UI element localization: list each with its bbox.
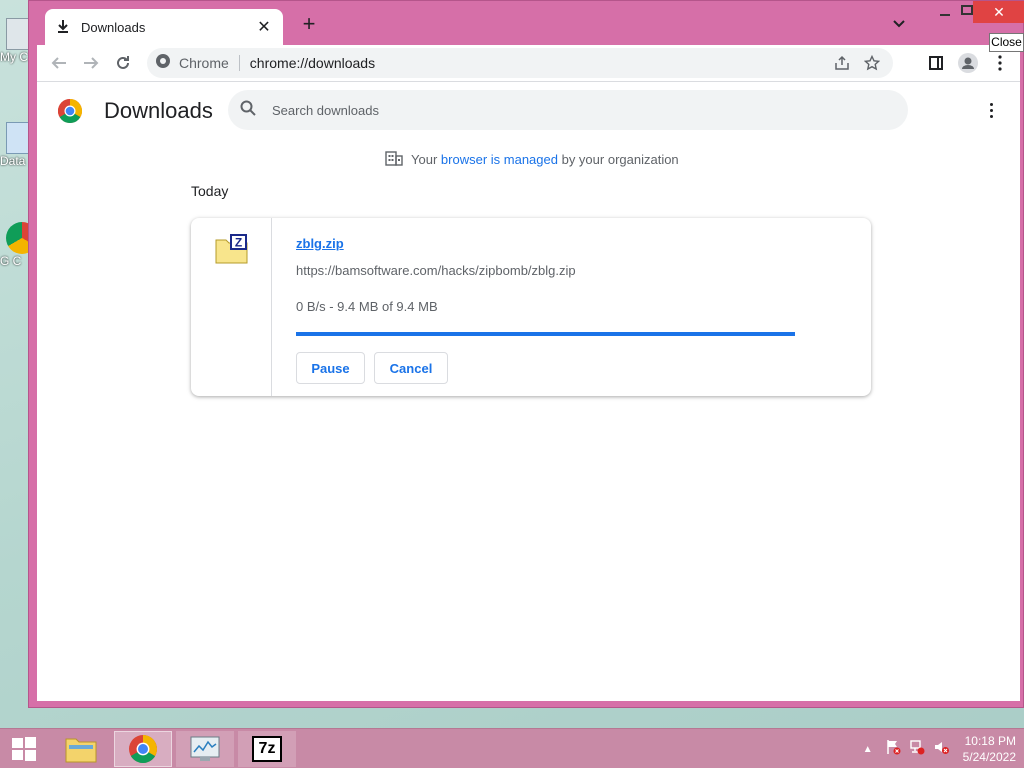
managed-link[interactable]: browser is managed (441, 152, 558, 167)
close-button[interactable]: ✕ (973, 1, 1024, 23)
chrome-icon (129, 735, 157, 763)
desktop-icon-label: My C (0, 50, 28, 64)
search-box (228, 90, 908, 130)
clock-date: 5/24/2022 (962, 750, 1016, 764)
search-input[interactable] (272, 102, 832, 118)
action-center-flag-icon[interactable] (885, 739, 901, 760)
monitor-chart-icon (190, 736, 220, 761)
start-button[interactable] (6, 731, 42, 767)
section-date-label: Today (191, 183, 229, 199)
building-icon (385, 150, 403, 169)
sevenzip-icon: 7z (252, 736, 282, 762)
progress-bar (296, 332, 795, 336)
folder-icon (65, 738, 97, 763)
clock[interactable]: 10:18 PM 5/24/2022 (963, 733, 1016, 765)
chrome-logo-icon (57, 99, 83, 124)
file-icon-column: Z (191, 218, 272, 396)
profile-avatar-icon[interactable] (952, 47, 984, 79)
windows-logo-icon (12, 737, 36, 761)
pause-button[interactable]: Pause (296, 352, 365, 384)
address-divider (238, 55, 240, 71)
tab-strip: Downloads ✕ + ✕ (29, 1, 1024, 45)
url-text: chrome://downloads (249, 55, 376, 71)
reload-button[interactable] (107, 47, 139, 79)
new-tab-button[interactable]: + (297, 13, 321, 37)
tab-search-chevron-icon[interactable] (892, 16, 912, 36)
chrome-site-icon (155, 53, 171, 74)
chrome-taskbar-button[interactable] (114, 731, 172, 767)
file-name-link[interactable]: zblg.zip (296, 236, 344, 251)
download-icon (55, 19, 71, 35)
download-status: 0 B/s - 9.4 MB of 9.4 MB (296, 299, 438, 314)
resource-monitor-taskbar-button[interactable] (176, 731, 234, 767)
forward-button[interactable] (75, 47, 107, 79)
page-title: Downloads (104, 98, 213, 123)
progress-fill (296, 332, 795, 336)
taskbar: 7z ▲ 10:18 PM 5/24/2022 (0, 728, 1024, 768)
volume-muted-icon[interactable] (933, 739, 949, 760)
downloads-page: Downloads Your browser is managed by you… (37, 81, 1020, 701)
zip-file-icon: Z (215, 234, 249, 264)
desktop-icon-label: G C (0, 254, 22, 268)
browser-window: Downloads ✕ + ✕ Chrome chrome://download… (28, 0, 1024, 708)
tab-downloads[interactable]: Downloads ✕ (45, 9, 283, 45)
side-panel-icon[interactable] (920, 47, 952, 79)
bookmark-star-icon[interactable] (857, 50, 887, 76)
network-icon[interactable] (909, 739, 925, 760)
download-item: Z zblg.zip https://bamsoftware.com/hacks… (191, 218, 871, 396)
cancel-button[interactable]: Cancel (374, 352, 448, 384)
managed-notice: Your browser is managed by your organiza… (385, 150, 679, 169)
close-tooltip: Close (989, 33, 1024, 52)
managed-suffix: by your organization (561, 152, 679, 167)
managed-prefix: Your (411, 152, 438, 167)
back-button[interactable] (43, 47, 75, 79)
system-tray: ▲ 10:18 PM 5/24/2022 (863, 729, 1016, 768)
search-icon (240, 100, 256, 121)
file-explorer-taskbar-button[interactable] (56, 731, 106, 767)
address-bar[interactable]: Chrome chrome://downloads (147, 48, 893, 78)
browser-toolbar: Chrome chrome://downloads (37, 45, 1020, 81)
source-url: https://bamsoftware.com/hacks/zipbomb/zb… (296, 263, 576, 278)
sevenzip-taskbar-button[interactable]: 7z (238, 731, 296, 767)
tab-title: Downloads (81, 19, 146, 35)
svg-text:Z: Z (235, 236, 242, 250)
page-menu-icon[interactable] (981, 100, 1001, 120)
desktop-icon-label: Data (0, 154, 26, 168)
sevenzip-label: 7z (258, 740, 276, 757)
site-label: Chrome (179, 55, 229, 71)
clock-time: 10:18 PM (964, 734, 1016, 748)
share-icon[interactable] (827, 50, 857, 76)
show-hidden-icons-chevron-icon[interactable]: ▲ (863, 744, 873, 755)
tab-close-icon[interactable]: ✕ (255, 17, 273, 37)
